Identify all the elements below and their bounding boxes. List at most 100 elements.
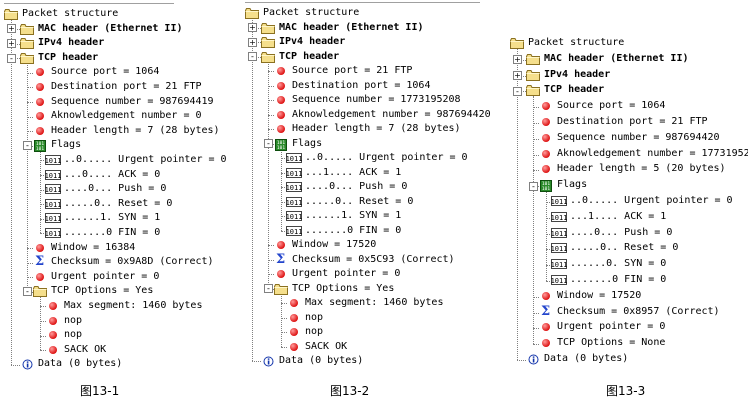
collapse-icon[interactable]: - <box>7 53 16 63</box>
tree-item[interactable]: 1011 .....0.. Reset = 0 <box>245 195 480 209</box>
tree-item-label: Checksum = 0x5C93 (Correct) <box>292 253 455 265</box>
tree-item[interactable]: 1011 .....0.. Reset = 0 <box>4 197 226 211</box>
tree-item[interactable]: TCP Options = None <box>510 336 745 350</box>
tree-item[interactable]: 1011 ..0..... Urgent pointer = 0 <box>245 151 480 165</box>
tree-item[interactable]: -101 101 Flags <box>245 137 480 151</box>
tree-item[interactable]: nop <box>245 311 480 325</box>
tree-item[interactable]: + IPv4 header <box>245 35 480 49</box>
tree-item[interactable]: Data (0 bytes) <box>510 352 745 366</box>
red-dot-icon <box>541 101 551 116</box>
tree-root[interactable]: Packet structure <box>510 36 745 50</box>
tree-item-label: Max segment: 1460 bytes <box>64 300 203 311</box>
tree-item[interactable]: Header length = 5 (20 bytes) <box>510 162 745 176</box>
tree-item[interactable]: nop <box>4 314 226 328</box>
tree-item[interactable]: Data (0 bytes) <box>4 357 226 371</box>
tree-item[interactable]: + IPv4 header <box>4 36 226 50</box>
tree-item[interactable]: - TCP header <box>510 83 745 97</box>
tree-item[interactable]: 1011 .....0.. Reset = 0 <box>510 241 745 255</box>
red-dot-icon <box>541 117 551 132</box>
tree-item-label: TCP Options = Yes <box>51 285 154 297</box>
tree-item[interactable]: + MAC header (Ethernet II) <box>510 52 745 66</box>
collapse-icon[interactable]: - <box>248 52 257 62</box>
tree-item[interactable]: Max segment: 1460 bytes <box>245 296 480 310</box>
tree-item[interactable]: - TCP Options = Yes <box>4 284 226 298</box>
tree-item[interactable]: 1011 ......0. SYN = 0 <box>510 257 745 271</box>
svg-text:1011: 1011 <box>551 245 567 253</box>
tree-item[interactable]: Max segment: 1460 bytes <box>4 299 226 313</box>
tree-item[interactable]: SACK OK <box>245 340 480 354</box>
tree-item[interactable]: 1011 ...1.... ACK = 1 <box>510 210 745 224</box>
tree-item[interactable]: -101 101 Flags <box>4 138 226 153</box>
expand-icon[interactable]: + <box>513 55 522 65</box>
tree-item[interactable]: + MAC header (Ethernet II) <box>245 21 480 35</box>
tree-item[interactable]: Window = 17520 <box>510 289 745 303</box>
collapse-icon[interactable]: - <box>23 141 32 151</box>
tree-item[interactable]: - TCP header <box>245 50 480 64</box>
tree-item[interactable]: Urgent pointer = 0 <box>245 267 480 281</box>
tree-item[interactable]: Destination port = 1064 <box>245 79 480 93</box>
tree-item[interactable]: 1011 ......1. SYN = 1 <box>245 209 480 223</box>
tree-item[interactable]: Source port = 21 FTP <box>245 64 480 78</box>
tree-item[interactable]: 1011 ...0.... ACK = 0 <box>4 168 226 182</box>
tree-item[interactable]: 1011 .......0 FIN = 0 <box>245 224 480 238</box>
tree-item[interactable]: Destination port = 21 FTP <box>4 80 226 94</box>
tree-item[interactable]: Sequence number = 987694420 <box>510 131 745 145</box>
tree-item[interactable]: 1011 ...1.... ACK = 1 <box>245 166 480 180</box>
tree-item[interactable]: Source port = 1064 <box>510 99 745 113</box>
tree-item[interactable]: Urgent pointer = 0 <box>4 270 226 284</box>
tree-item-label: Destination port = 21 FTP <box>557 116 708 127</box>
tree-item[interactable]: -101 101 Flags <box>510 178 745 193</box>
svg-text:1011: 1011 <box>551 198 567 206</box>
tree-item[interactable]: Data (0 bytes) <box>245 354 480 368</box>
tree-item[interactable]: + MAC header (Ethernet II) <box>4 22 226 36</box>
tree-root[interactable]: Packet structure <box>245 6 480 20</box>
expand-icon[interactable]: + <box>513 70 522 80</box>
tree-item-label: TCP Options = Yes <box>292 282 395 294</box>
tree-item[interactable]: 1011 .......0 FIN = 0 <box>4 226 226 240</box>
tree-item[interactable]: 1011 .......0 FIN = 0 <box>510 273 745 287</box>
expand-icon[interactable]: + <box>7 24 16 34</box>
tree-item-label: SACK OK <box>305 340 348 352</box>
red-dot-icon <box>541 338 551 353</box>
tree-item[interactable]: Source port = 1064 <box>4 65 226 79</box>
tree-item[interactable]: Destination port = 21 FTP <box>510 115 745 129</box>
tree-item[interactable]: Σ Checksum = 0x8957 (Correct) <box>510 304 745 319</box>
collapse-icon[interactable]: - <box>264 284 273 294</box>
tree-item[interactable]: Σ Checksum = 0x9A8D (Correct) <box>4 255 226 269</box>
tree-item[interactable]: nop <box>245 325 480 339</box>
tree-item[interactable]: Aknowledgement number = 0 <box>4 109 226 123</box>
expand-icon[interactable]: + <box>7 38 16 48</box>
tree-item[interactable]: Window = 16384 <box>4 241 226 255</box>
tree-root[interactable]: Packet structure <box>4 7 226 21</box>
tree-item-label: TCP header <box>38 51 99 63</box>
tree-item[interactable]: - TCP header <box>4 51 226 65</box>
tree-item[interactable]: Header length = 7 (28 bytes) <box>4 124 226 138</box>
tree-item[interactable]: nop <box>4 328 226 342</box>
tree-item[interactable]: Aknowledgement number = 1773195209 <box>510 147 748 161</box>
figure-caption-2: 图13-2 <box>330 384 370 398</box>
tree-item[interactable]: + IPv4 header <box>510 68 745 82</box>
tree-item-label: ......1. SYN = 1 <box>305 210 402 221</box>
tree-item[interactable]: Urgent pointer = 0 <box>510 320 745 334</box>
expand-icon[interactable]: + <box>248 23 257 33</box>
tree-item[interactable]: 1011 ....0... Push = 0 <box>510 226 745 240</box>
tree-item[interactable]: Window = 17520 <box>245 238 480 252</box>
expand-icon[interactable]: + <box>248 37 257 47</box>
tree-item[interactable]: 1011 ..0..... Urgent pointer = 0 <box>510 194 745 208</box>
tree-item[interactable]: 1011 ......1. SYN = 1 <box>4 211 226 225</box>
collapse-icon[interactable]: - <box>529 181 538 191</box>
tree-item[interactable]: Σ Checksum = 0x5C93 (Correct) <box>245 252 480 267</box>
collapse-icon[interactable]: - <box>23 287 32 297</box>
tree-item[interactable]: Sequence number = 987694419 <box>4 95 226 109</box>
collapse-icon[interactable]: - <box>264 139 273 149</box>
tree-item[interactable]: - TCP Options = Yes <box>245 282 480 296</box>
tree-item[interactable]: 1011 ..0..... Urgent pointer = 0 <box>4 153 227 167</box>
tree-item[interactable]: 1011 ....0... Push = 0 <box>245 180 480 194</box>
svg-text:1011: 1011 <box>286 213 302 221</box>
tree-item[interactable]: Header length = 7 (28 bytes) <box>245 122 480 136</box>
tree-item[interactable]: SACK OK <box>4 343 226 357</box>
tree-item[interactable]: 1011 ....0... Push = 0 <box>4 182 226 196</box>
collapse-icon[interactable]: - <box>513 86 522 96</box>
tree-item[interactable]: Aknowledgement number = 987694420 <box>245 108 491 122</box>
tree-item[interactable]: Sequence number = 1773195208 <box>245 93 480 107</box>
